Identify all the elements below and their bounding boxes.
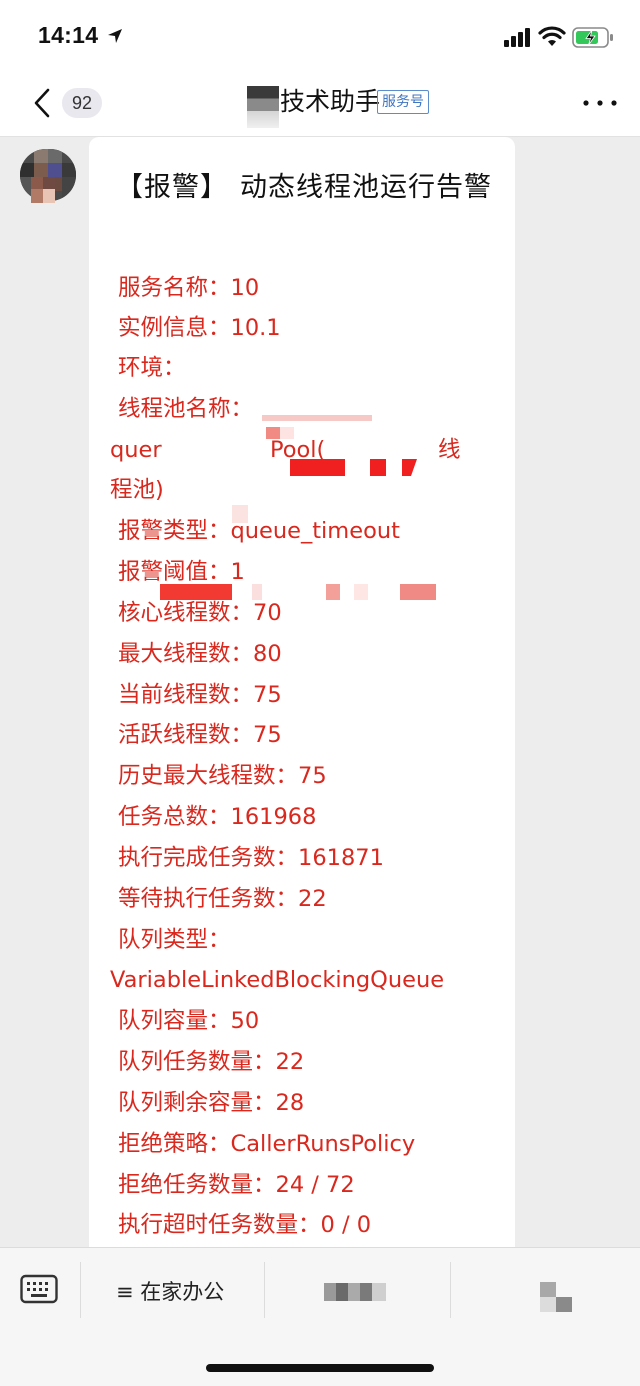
- status-time: 14:14: [38, 22, 99, 48]
- nav-bar: 92 技术助手 服务号: [0, 76, 640, 137]
- pool-name-redaction-2: [326, 584, 436, 600]
- menu-divider: [450, 1262, 451, 1318]
- field-active-threads: 活跃线程数：75: [118, 722, 282, 748]
- menu-divider: [80, 1262, 81, 1318]
- field-pool-name-label: 线程池名称：: [118, 396, 254, 422]
- location-arrow-icon: [108, 29, 122, 43]
- home-indicator[interactable]: [206, 1364, 434, 1372]
- field-queue-capacity: 队列容量：50: [118, 1008, 260, 1034]
- field-queue-remaining: 队列剩余容量：28: [118, 1090, 305, 1116]
- field-core-threads: 核心线程数：70: [118, 600, 282, 626]
- field-pool-name-part2: Pool(: [270, 437, 326, 463]
- field-timeout-count: 执行超时任务数量：0 / 0: [118, 1212, 372, 1238]
- menu-divider: [264, 1262, 265, 1318]
- message-title-text: 动态线程池运行告警: [240, 172, 492, 203]
- field-max-threads: 最大线程数：80: [118, 641, 282, 667]
- field-reject-policy: 拒绝策略：CallerRunsPolicy: [118, 1131, 416, 1157]
- keyboard-icon[interactable]: [20, 1272, 58, 1306]
- status-bar: 14:14: [0, 0, 640, 76]
- field-instance-info: 实例信息：10.1: [118, 315, 281, 341]
- message-title: 【报警】 动态线程池运行告警: [116, 165, 492, 204]
- field-environment: 环境：: [118, 355, 186, 381]
- field-task-total: 任务总数：161968: [118, 804, 317, 830]
- menu-item-work-from-home[interactable]: ≡ 在家办公: [116, 1276, 224, 1306]
- chat-title: 技术助手: [280, 87, 381, 116]
- battery-charging-icon: [572, 27, 613, 48]
- menu-item-2-redacted[interactable]: [324, 1283, 386, 1301]
- field-completed-tasks: 执行完成任务数：161871: [118, 845, 384, 871]
- field-history-max-threads: 历史最大线程数：75: [118, 763, 327, 789]
- field-queue-type-value: VariableLinkedBlockingQueue: [110, 967, 445, 993]
- unread-count-badge[interactable]: 92: [62, 88, 102, 118]
- field-alarm-threshold: 报警阈值：1: [118, 559, 245, 585]
- field-current-threads: 当前线程数：75: [118, 682, 282, 708]
- chat-area[interactable]: 【报警】 动态线程池运行告警 服务名称：10 实例信息：10.1 环境： 线程池名…: [0, 137, 640, 1277]
- field-pool-name-part1: quer: [110, 437, 162, 463]
- menu-item-3-redacted[interactable]: [540, 1282, 572, 1312]
- more-options-icon[interactable]: [580, 90, 620, 116]
- bottom-menu-bar: ≡ 在家办公: [0, 1247, 640, 1386]
- field-queue-size: 队列任务数量：22: [118, 1049, 305, 1075]
- field-alarm-type: 报警类型：queue_timeout: [118, 518, 400, 544]
- field-pool-name-part3: 线: [438, 437, 461, 463]
- service-account-tag: 服务号: [377, 90, 429, 114]
- field-waiting-tasks: 等待执行任务数：22: [118, 886, 327, 912]
- avatar-mosaic-tail: [31, 177, 55, 203]
- wifi-icon: [538, 26, 566, 46]
- field-pool-name-line2: 程池): [110, 477, 164, 503]
- title-redaction-mosaic: [247, 86, 279, 128]
- field-queue-type-label: 队列类型：: [118, 927, 231, 953]
- field-reject-count: 拒绝任务数量：24 / 72: [118, 1172, 355, 1198]
- field-service-name: 服务名称：10: [118, 275, 260, 301]
- message-title-tag: 【报警】: [116, 172, 228, 203]
- cellular-signal-icon: [504, 28, 530, 47]
- back-arrow-icon[interactable]: [30, 86, 54, 120]
